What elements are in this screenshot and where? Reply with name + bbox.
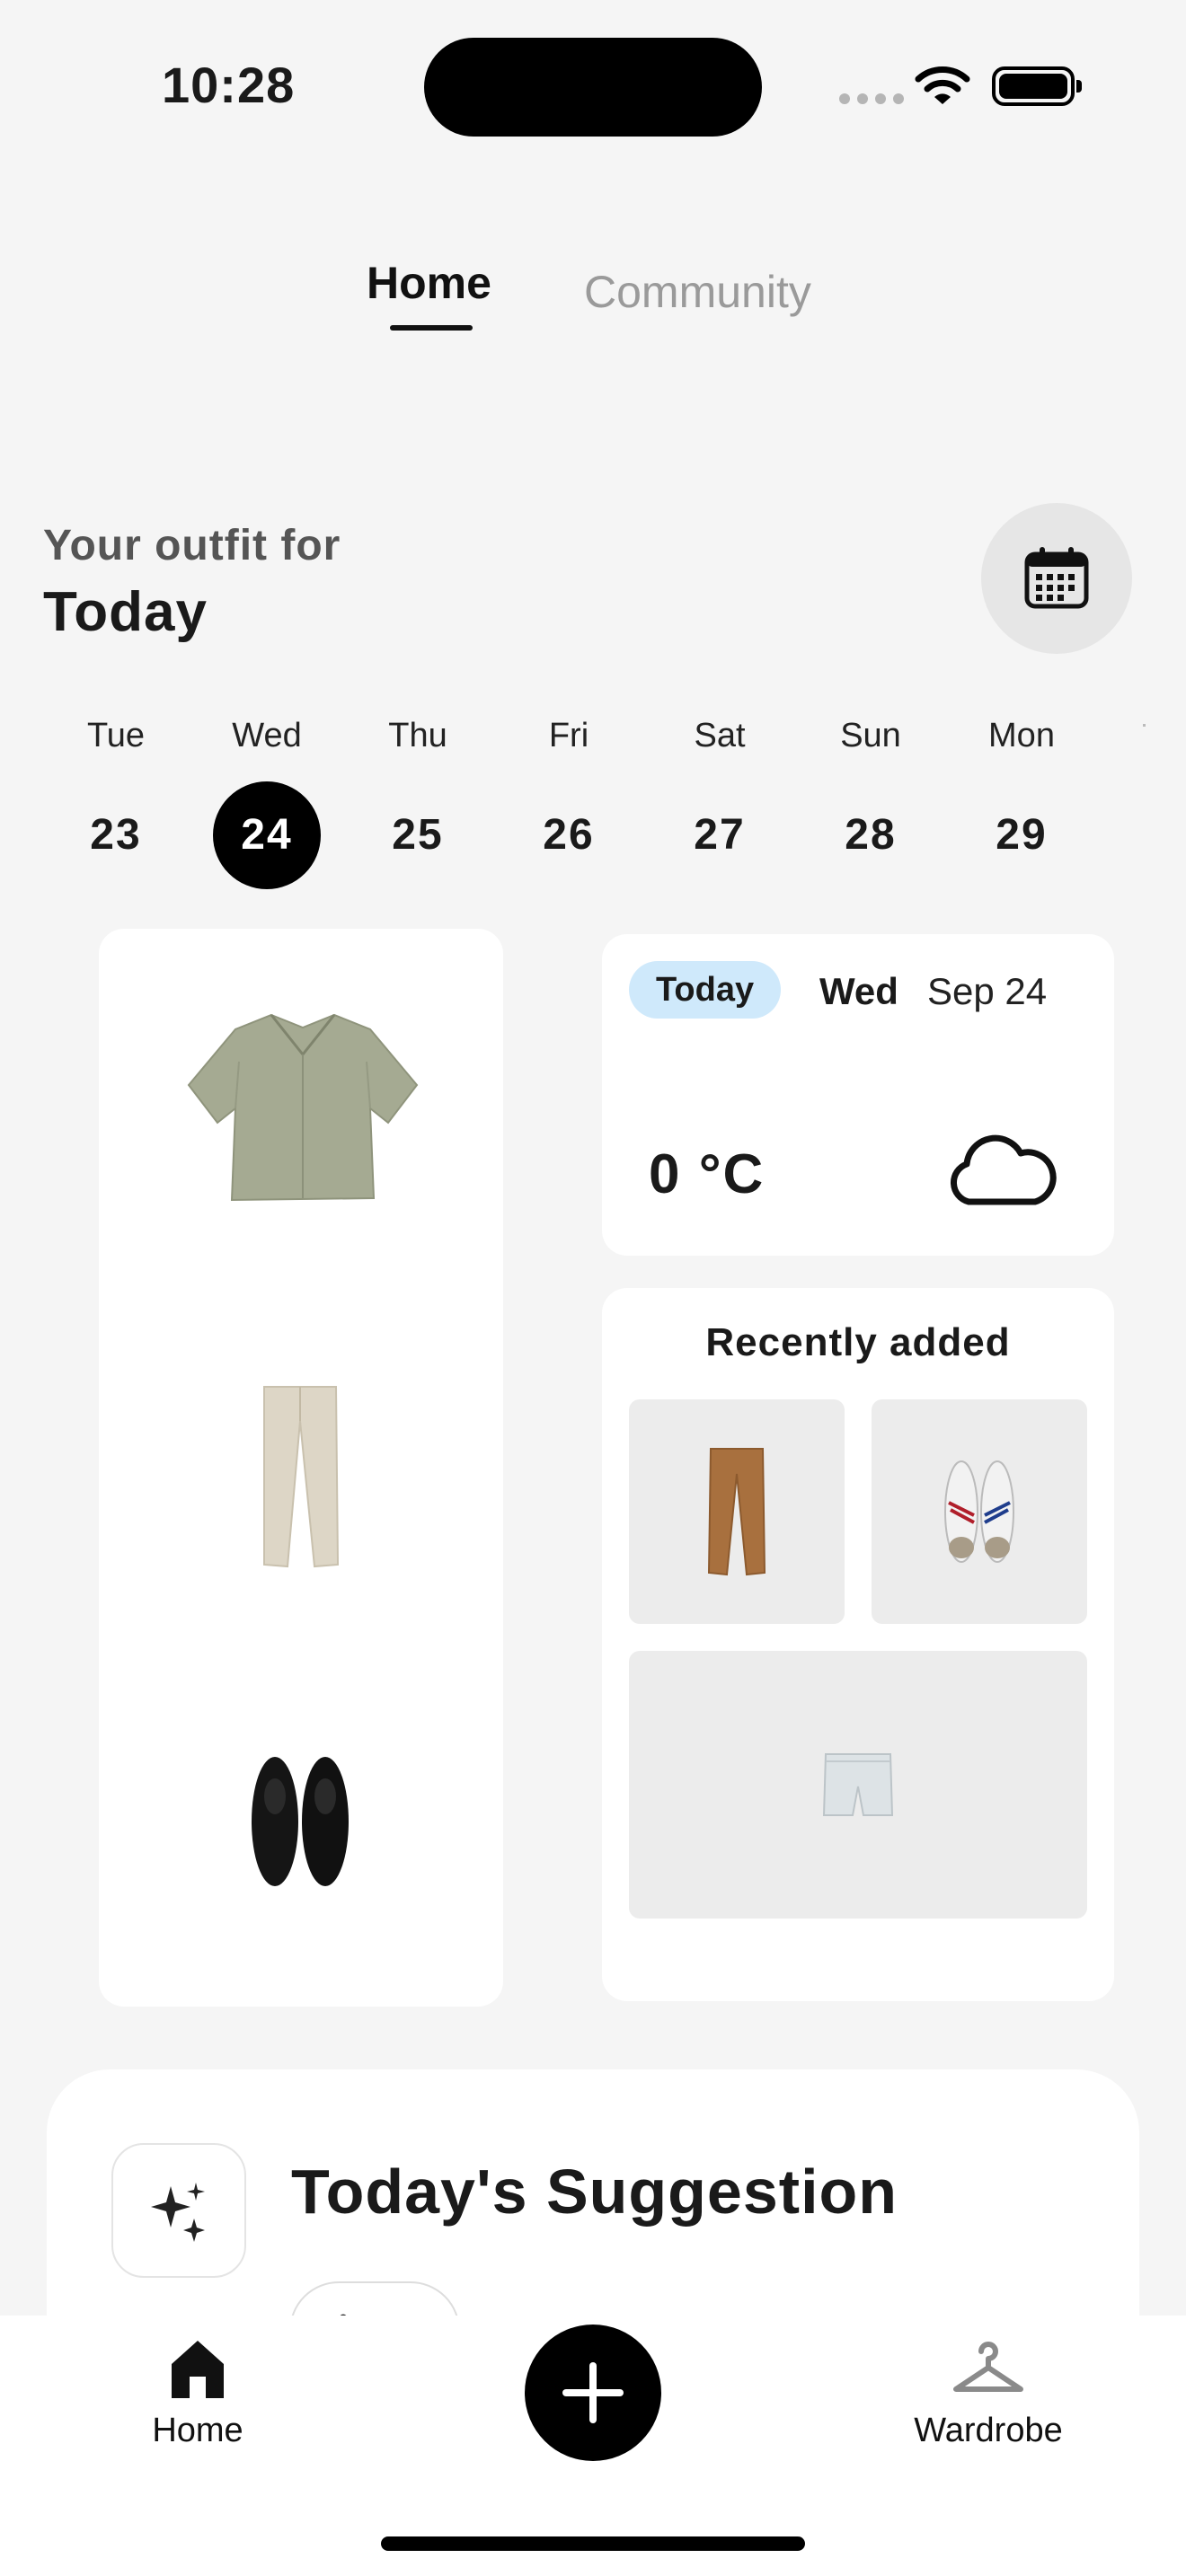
outfit-subtitle: Your outfit for (43, 522, 341, 569)
shoes-image[interactable] (248, 1753, 354, 1890)
weather-temperature: 0 °C (649, 1143, 766, 1205)
sparkles-badge (111, 2143, 246, 2278)
weather-date: Sep 24 (927, 970, 1048, 1012)
nav-home-label: Home (152, 2412, 243, 2449)
day-name: Thu (388, 717, 447, 754)
tab-home-indicator (390, 325, 473, 331)
wifi-icon (915, 66, 970, 104)
nav-home[interactable]: Home (135, 2337, 261, 2450)
plus-icon (562, 2362, 624, 2423)
brown-trousers-image (707, 1448, 766, 1576)
suggestion-title: Today's Suggestion (291, 2157, 898, 2227)
scroll-hint-dot (1143, 724, 1146, 727)
day-wed-selected[interactable]: Wed 24 (208, 713, 325, 889)
outfit-card[interactable] (99, 929, 503, 2007)
trousers-image[interactable] (259, 1385, 341, 1568)
bottom-nav: Home Wardrobe (0, 2316, 1186, 2576)
weather-card[interactable]: Today Wed Sep 24 0 °C (602, 934, 1114, 1256)
day-mon[interactable]: Mon 29 (963, 713, 1080, 889)
day-number: 28 (845, 811, 897, 859)
hanger-icon (953, 2342, 1023, 2392)
home-icon (172, 2341, 224, 2398)
day-name: Fri (548, 717, 589, 754)
recently-added-card: Recently added (602, 1288, 1114, 2001)
day-name: Tue (86, 717, 146, 754)
home-indicator (381, 2536, 805, 2551)
shirt-image[interactable] (185, 1008, 420, 1209)
sneakers-image (944, 1460, 1014, 1563)
recent-item-shorts[interactable] (629, 1651, 1087, 1919)
day-number: 23 (90, 811, 142, 859)
day-name: Sat (694, 717, 746, 754)
status-time: 10:28 (162, 57, 296, 113)
day-name: Mon (988, 717, 1055, 754)
nav-wardrobe-label: Wardrobe (914, 2412, 1063, 2449)
recently-added-title: Recently added (705, 1320, 1011, 1364)
day-number: 27 (694, 811, 746, 859)
sparkles-icon (151, 2183, 205, 2242)
tab-home[interactable]: Home (367, 257, 491, 309)
weather-day: Wed (819, 970, 898, 1012)
day-number: 26 (543, 811, 595, 859)
day-name: Wed (232, 717, 302, 754)
tab-community[interactable]: Community (584, 266, 811, 318)
nav-wardrobe[interactable]: Wardrobe (898, 2337, 1078, 2450)
today-badge: Today (629, 961, 782, 1019)
dynamic-island (424, 38, 762, 137)
calendar-icon (1024, 547, 1089, 609)
calendar-button[interactable] (981, 503, 1132, 654)
recent-item-brown-trousers[interactable] (629, 1399, 845, 1624)
page-title: Today (43, 581, 208, 643)
day-sat[interactable]: Sat 27 (661, 713, 778, 889)
day-number: 25 (392, 811, 444, 859)
status-bar: 10:28 (0, 0, 1186, 171)
battery-icon (992, 66, 1082, 106)
day-sun[interactable]: Sun 28 (812, 713, 929, 889)
day-name: Sun (840, 717, 901, 754)
day-tue[interactable]: Tue 23 (58, 713, 174, 889)
day-number: 24 (213, 781, 321, 889)
day-fri[interactable]: Fri 26 (510, 713, 627, 889)
shorts-image (822, 1753, 894, 1816)
cloud-icon (950, 1134, 1057, 1205)
recent-item-sneakers[interactable] (872, 1399, 1087, 1624)
add-item-button[interactable] (525, 2325, 661, 2461)
day-thu[interactable]: Thu 25 (359, 713, 476, 889)
day-number: 29 (996, 811, 1048, 859)
